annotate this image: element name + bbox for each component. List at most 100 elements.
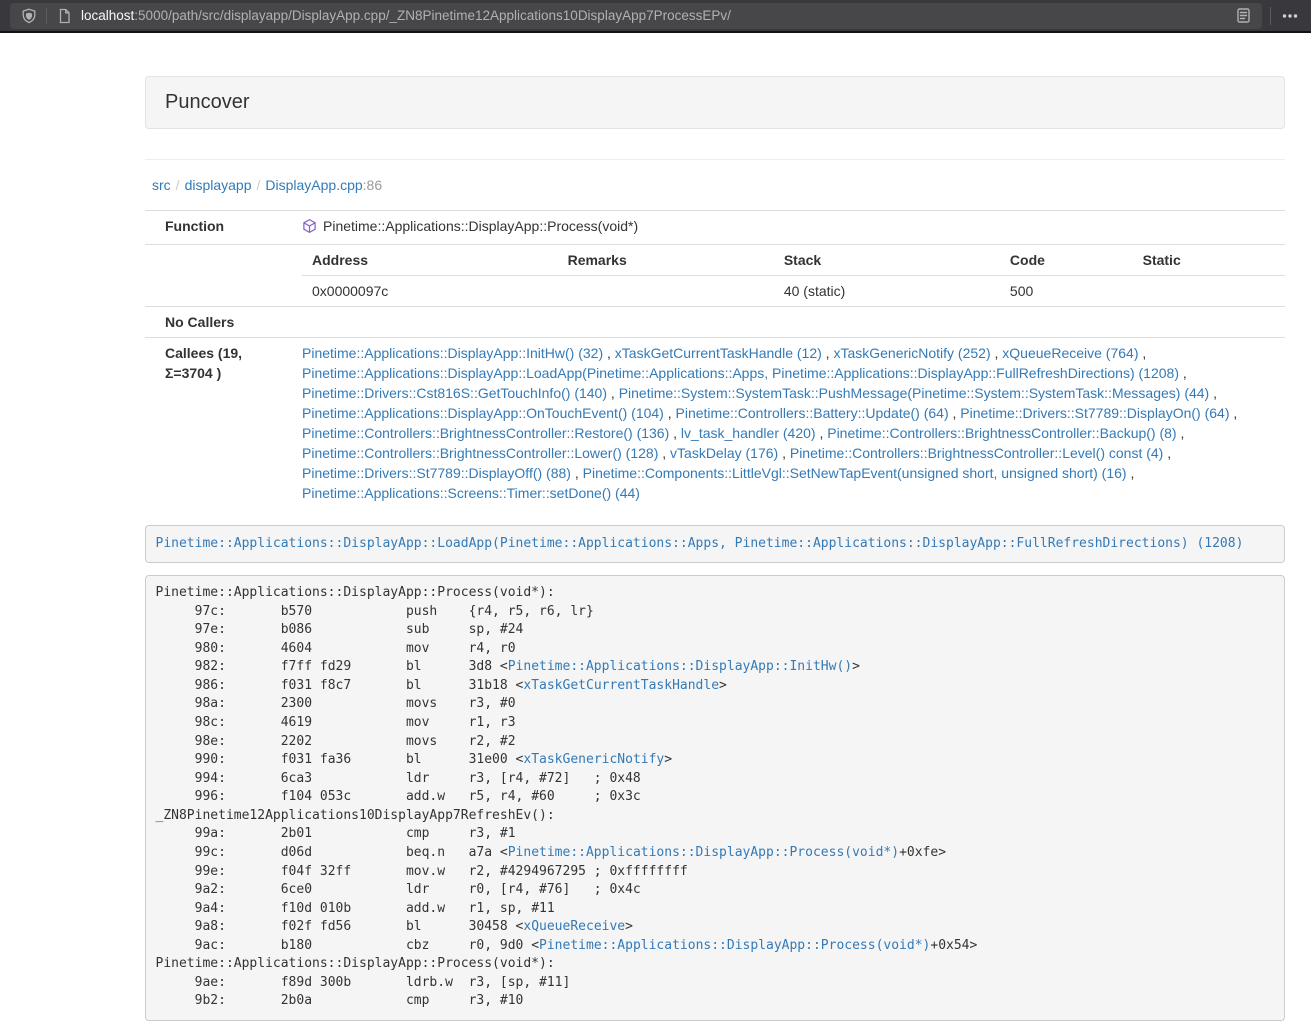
callee-link[interactable]: Pinetime::Applications::DisplayApp::Load… — [302, 365, 1179, 381]
asm-line: 986: f031 f8c7 bl 31b18 <xTaskGetCurrent… — [156, 677, 1275, 696]
asm-symbol-link[interactable]: xTaskGetCurrentTaskHandle — [523, 678, 719, 693]
asm-symbol-link[interactable]: Pinetime::Applications::DisplayApp::Proc… — [539, 938, 930, 953]
asm-line: 98e: 2202 movs r2, #2 — [156, 733, 1275, 752]
asm-line: Pinetime::Applications::DisplayApp::Proc… — [156, 955, 1275, 974]
url-host: localhost — [81, 8, 134, 23]
callee-link[interactable]: Pinetime::System::SystemTask::PushMessag… — [619, 385, 1210, 401]
function-detail-table: Function Pinetime::Applications::Display… — [145, 210, 1285, 508]
callee-link[interactable]: Pinetime::Components::LittleVgl::SetNewT… — [583, 465, 1127, 481]
callee-link[interactable]: xTaskGenericNotify (252) — [833, 345, 990, 361]
callee-link[interactable]: vTaskDelay (176) — [670, 445, 778, 461]
callee-link[interactable]: Pinetime::Controllers::BrightnessControl… — [302, 425, 669, 441]
callee-link[interactable]: Pinetime::Applications::DisplayApp::Init… — [302, 345, 603, 361]
stack-value: 40 (static) — [774, 276, 1000, 307]
urlbar-divider — [46, 8, 47, 24]
highlighted-symbol-box: Pinetime::Applications::DisplayApp::Load… — [145, 525, 1285, 563]
function-label: Function — [145, 211, 300, 245]
shield-icon[interactable] — [18, 5, 40, 27]
asm-line: _ZN8Pinetime12Applications10DisplayApp7R… — [156, 807, 1275, 826]
asm-line: 994: 6ca3 ldr r3, [r4, #72] ; 0x48 — [156, 770, 1275, 789]
callees-row: Callees (19, Σ=3704 ) Pinetime::Applicat… — [145, 338, 1285, 509]
breadcrumb-separator: / — [252, 177, 266, 193]
asm-line: 980: 4604 mov r4, r0 — [156, 640, 1275, 659]
asm-line: 98c: 4619 mov r1, r3 — [156, 714, 1275, 733]
callees-label: Callees (19, Σ=3704 ) — [145, 338, 300, 509]
page-container: Puncover src/displayapp/DisplayApp.cpp:8… — [145, 76, 1285, 1021]
callee-link[interactable]: Pinetime::Controllers::Battery::Update()… — [676, 405, 949, 421]
callee-link[interactable]: Pinetime::Controllers::BrightnessControl… — [827, 425, 1176, 441]
callee-link[interactable]: Pinetime::Drivers::St7789::DisplayOff() … — [302, 465, 571, 481]
no-callers-row: No Callers — [145, 307, 1285, 338]
asm-line: 9a2: 6ce0 ldr r0, [r4, #76] ; 0x4c — [156, 881, 1275, 900]
page-title: Puncover — [165, 91, 250, 113]
function-stats-row: Address Remarks Stack Code Static 0x0000… — [145, 245, 1285, 307]
empty-label-cell — [145, 245, 300, 307]
asm-line: 9ac: b180 cbz r0, 9d0 <Pinetime::Applica… — [156, 937, 1275, 956]
asm-line: 996: f104 053c add.w r5, r4, #60 ; 0x3c — [156, 788, 1275, 807]
breadcrumb-displayapp[interactable]: displayapp — [185, 177, 252, 193]
toolbar-divider — [1270, 7, 1271, 25]
column-static: Static — [1133, 245, 1285, 276]
app-title-panel: Puncover — [145, 76, 1285, 129]
column-address: Address — [302, 245, 558, 276]
stats-table: Address Remarks Stack Code Static 0x0000… — [302, 245, 1285, 306]
asm-line: 99e: f04f 32ff mov.w r2, #4294967295 ; 0… — [156, 863, 1275, 882]
url-bar[interactable]: localhost:5000/path/src/displayapp/Displ… — [10, 3, 1262, 29]
callee-link[interactable]: Pinetime::Drivers::St7789::DisplayOn() (… — [960, 405, 1229, 421]
code-value: 500 — [1000, 276, 1133, 307]
asm-line: 9a4: f10d 010b add.w r1, sp, #11 — [156, 900, 1275, 919]
no-callers-label: No Callers — [145, 307, 300, 338]
function-name: Pinetime::Applications::DisplayApp::Proc… — [323, 218, 638, 234]
asm-symbol-link[interactable]: Pinetime::Applications::DisplayApp::Proc… — [508, 845, 899, 860]
stats-table-cell: Address Remarks Stack Code Static 0x0000… — [300, 245, 1285, 307]
callee-link[interactable]: lv_task_handler (420) — [681, 425, 816, 441]
asm-line: 9b2: 2b0a cmp r3, #10 — [156, 992, 1275, 1011]
url-path: :5000/path/src/displayapp/DisplayApp.cpp… — [134, 8, 731, 23]
callee-link[interactable]: Pinetime::Controllers::BrightnessControl… — [790, 445, 1163, 461]
asm-line: 982: f7ff fd29 bl 3d8 <Pinetime::Applica… — [156, 658, 1275, 677]
asm-line: 97e: b086 sub sp, #24 — [156, 621, 1275, 640]
asm-symbol-link[interactable]: xTaskGenericNotify — [523, 752, 664, 767]
callee-link[interactable]: Pinetime::Controllers::BrightnessControl… — [302, 445, 658, 461]
url-text[interactable]: localhost:5000/path/src/displayapp/Displ… — [81, 8, 1232, 23]
asm-symbol-link[interactable]: Pinetime::Applications::DisplayApp::Init… — [508, 659, 852, 674]
asm-line: 9a8: f02f fd56 bl 30458 <xQueueReceive> — [156, 918, 1275, 937]
asm-line: 99c: d06d beq.n a7a <Pinetime::Applicati… — [156, 844, 1275, 863]
asm-line: 99a: 2b01 cmp r3, #1 — [156, 825, 1275, 844]
loadapp-symbol-link[interactable]: Pinetime::Applications::DisplayApp::Load… — [156, 536, 1244, 551]
asm-line: 9ae: f89d 300b ldrb.w r3, [sp, #11] — [156, 974, 1275, 993]
breadcrumb-separator: / — [171, 177, 185, 193]
no-callers-cell — [300, 307, 1285, 338]
breadcrumb-line-number: :86 — [363, 177, 382, 193]
breadcrumb: src/displayapp/DisplayApp.cpp:86 — [145, 175, 1285, 195]
package-icon — [302, 218, 317, 239]
function-row: Function Pinetime::Applications::Display… — [145, 211, 1285, 245]
stats-header-row: Address Remarks Stack Code Static — [302, 245, 1285, 276]
asm-line: 98a: 2300 movs r3, #0 — [156, 695, 1275, 714]
disassembly-box: Pinetime::Applications::DisplayApp::Proc… — [145, 575, 1285, 1021]
asm-line: 97c: b570 push {r4, r5, r6, lr} — [156, 603, 1275, 622]
asm-line: 990: f031 fa36 bl 31e00 <xTaskGenericNot… — [156, 751, 1275, 770]
overflow-menu-icon[interactable] — [1279, 5, 1301, 27]
breadcrumb-src[interactable]: src — [152, 177, 171, 193]
callee-link[interactable]: Pinetime::Drivers::Cst816S::GetTouchInfo… — [302, 385, 607, 401]
function-name-cell: Pinetime::Applications::DisplayApp::Proc… — [300, 211, 1285, 245]
column-stack: Stack — [774, 245, 1000, 276]
asm-symbol-link[interactable]: xQueueReceive — [523, 919, 625, 934]
remarks-value — [558, 276, 774, 307]
callee-link[interactable]: Pinetime::Applications::DisplayApp::OnTo… — [302, 405, 664, 421]
column-remarks: Remarks — [558, 245, 774, 276]
callee-link[interactable]: xTaskGetCurrentTaskHandle (12) — [615, 345, 822, 361]
divider — [145, 159, 1285, 160]
static-value — [1133, 276, 1285, 307]
breadcrumb-file[interactable]: DisplayApp.cpp — [265, 177, 362, 193]
page-info-icon[interactable] — [53, 5, 75, 27]
callee-link[interactable]: Pinetime::Applications::Screens::Timer::… — [302, 485, 640, 501]
column-code: Code — [1000, 245, 1133, 276]
callee-link[interactable]: xQueueReceive (764) — [1002, 345, 1138, 361]
stats-value-row: 0x0000097c 40 (static) 500 — [302, 276, 1285, 307]
callees-list: Pinetime::Applications::DisplayApp::Init… — [300, 338, 1285, 509]
address-value: 0x0000097c — [302, 276, 558, 307]
reader-mode-icon[interactable] — [1232, 5, 1254, 27]
browser-toolbar: localhost:5000/path/src/displayapp/Displ… — [0, 0, 1311, 33]
